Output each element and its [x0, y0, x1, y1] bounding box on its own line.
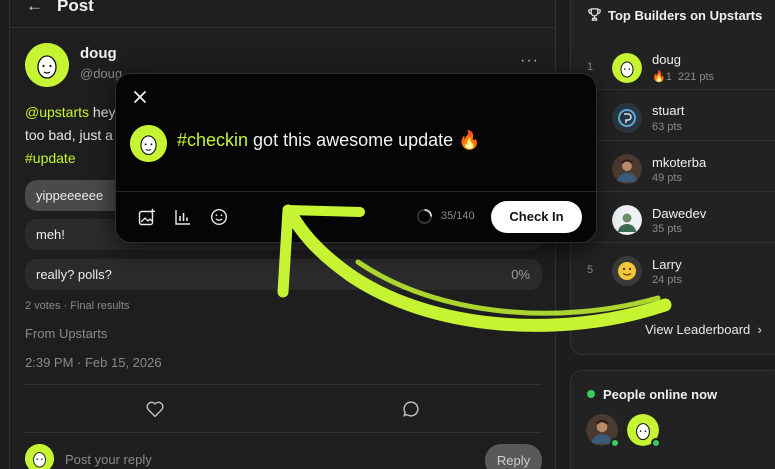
rank-number: 1 — [587, 61, 594, 73]
online-user-avatar[interactable] — [627, 414, 661, 448]
leaderboard-name[interactable]: Larry — [652, 257, 682, 272]
divider — [571, 191, 775, 192]
divider — [25, 384, 542, 385]
heart-icon[interactable] — [144, 398, 166, 420]
post-body-line-1: @upstarts hey — [25, 104, 115, 120]
post-source: From Upstarts — [25, 326, 108, 341]
poll-option-percent: 0% — [511, 267, 530, 282]
post-body-line-2: too bad, just a — [25, 127, 113, 143]
avatar[interactable] — [612, 256, 642, 286]
poll-chart-icon[interactable] — [174, 208, 192, 226]
image-add-icon[interactable] — [138, 208, 156, 226]
leaderboard-points: 🔥1 221 pts — [652, 70, 714, 83]
post-text: hey — [89, 104, 116, 120]
hashtag: #checkin — [177, 130, 249, 150]
check-in-button[interactable]: Check In — [491, 201, 582, 233]
leaderboard-card: Top Builders on Upstarts 1 doug 🔥1 221 p… — [570, 0, 775, 355]
chevron-right-icon: › — [757, 322, 762, 337]
leaderboard-points: 35 pts — [652, 223, 682, 235]
checkin-dialog: #checkin got this awesome update 🔥 35/14… — [115, 73, 597, 243]
divider — [25, 432, 542, 433]
divider — [571, 89, 775, 90]
poll-votes-summary: 2 votes · Final results — [25, 300, 130, 312]
reply-input[interactable]: Post your reply — [65, 452, 152, 467]
leaderboard-points: 63 pts — [652, 121, 682, 133]
points-text: 221 pts — [677, 71, 715, 83]
emoji-icon[interactable] — [210, 208, 228, 226]
author-avatar[interactable] — [25, 43, 69, 87]
current-user-avatar — [25, 444, 54, 469]
leaderboard-title-text: Top Builders on Upstarts — [608, 8, 763, 23]
post-timestamp: 2:39 PM · Feb 15, 2026 — [25, 355, 162, 370]
online-title: People online now — [587, 387, 717, 402]
composer-avatar — [130, 125, 167, 162]
divider — [116, 191, 596, 192]
post-header: ← Post — [10, 0, 555, 28]
online-user-avatar[interactable] — [586, 414, 620, 448]
poll-option-label: meh! — [36, 227, 65, 242]
divider — [571, 140, 775, 141]
hashtag-link[interactable]: #update — [25, 150, 76, 166]
leaderboard-points: 24 pts — [652, 274, 682, 286]
trophy-icon — [588, 8, 601, 21]
checkin-text: got this awesome update 🔥 — [248, 130, 481, 150]
online-title-text: People online now — [603, 387, 718, 402]
online-status-dot — [651, 438, 661, 448]
avatar[interactable] — [612, 205, 642, 235]
checkin-text-input[interactable]: #checkin got this awesome update 🔥 — [177, 130, 481, 151]
mention-link[interactable]: @upstarts — [25, 104, 89, 120]
author-name[interactable]: doug — [80, 45, 117, 62]
leaderboard-name[interactable]: stuart — [652, 103, 685, 118]
character-counter: 35/140 — [441, 210, 475, 222]
author-handle[interactable]: @doug — [80, 66, 122, 81]
view-leaderboard-link[interactable]: View Leaderboard › — [645, 322, 762, 337]
comment-icon[interactable] — [400, 398, 422, 420]
online-status-dot — [610, 438, 620, 448]
leaderboard-points: 49 pts — [652, 172, 682, 184]
arrow-left-icon[interactable]: ← — [26, 0, 43, 16]
poll-option-label: really? polls? — [36, 267, 112, 282]
view-leaderboard-label: View Leaderboard — [645, 322, 751, 337]
poll-option-label: yippeeeeee — [36, 188, 104, 203]
avatar[interactable] — [612, 154, 642, 184]
poll-option-3[interactable]: really? polls? 0% — [25, 259, 542, 290]
more-options-icon[interactable]: ··· — [520, 52, 539, 70]
online-indicator-icon — [587, 390, 595, 398]
leaderboard-name[interactable]: mkoterba — [652, 155, 706, 170]
rank-number: 5 — [587, 264, 594, 276]
leaderboard-name[interactable]: Dawedev — [652, 206, 706, 221]
leaderboard-title: Top Builders on Upstarts — [587, 7, 762, 23]
avatar[interactable] — [612, 53, 642, 83]
online-users-card: People online now — [570, 370, 775, 469]
leaderboard-name[interactable]: doug — [652, 52, 681, 67]
divider — [571, 242, 775, 243]
avatar[interactable] — [612, 103, 642, 133]
streak-badge: 🔥1 — [652, 71, 672, 83]
page-title: Post — [57, 0, 94, 15]
reply-button[interactable]: Reply — [485, 444, 542, 469]
character-progress-ring — [416, 208, 433, 225]
close-icon[interactable] — [132, 89, 148, 105]
